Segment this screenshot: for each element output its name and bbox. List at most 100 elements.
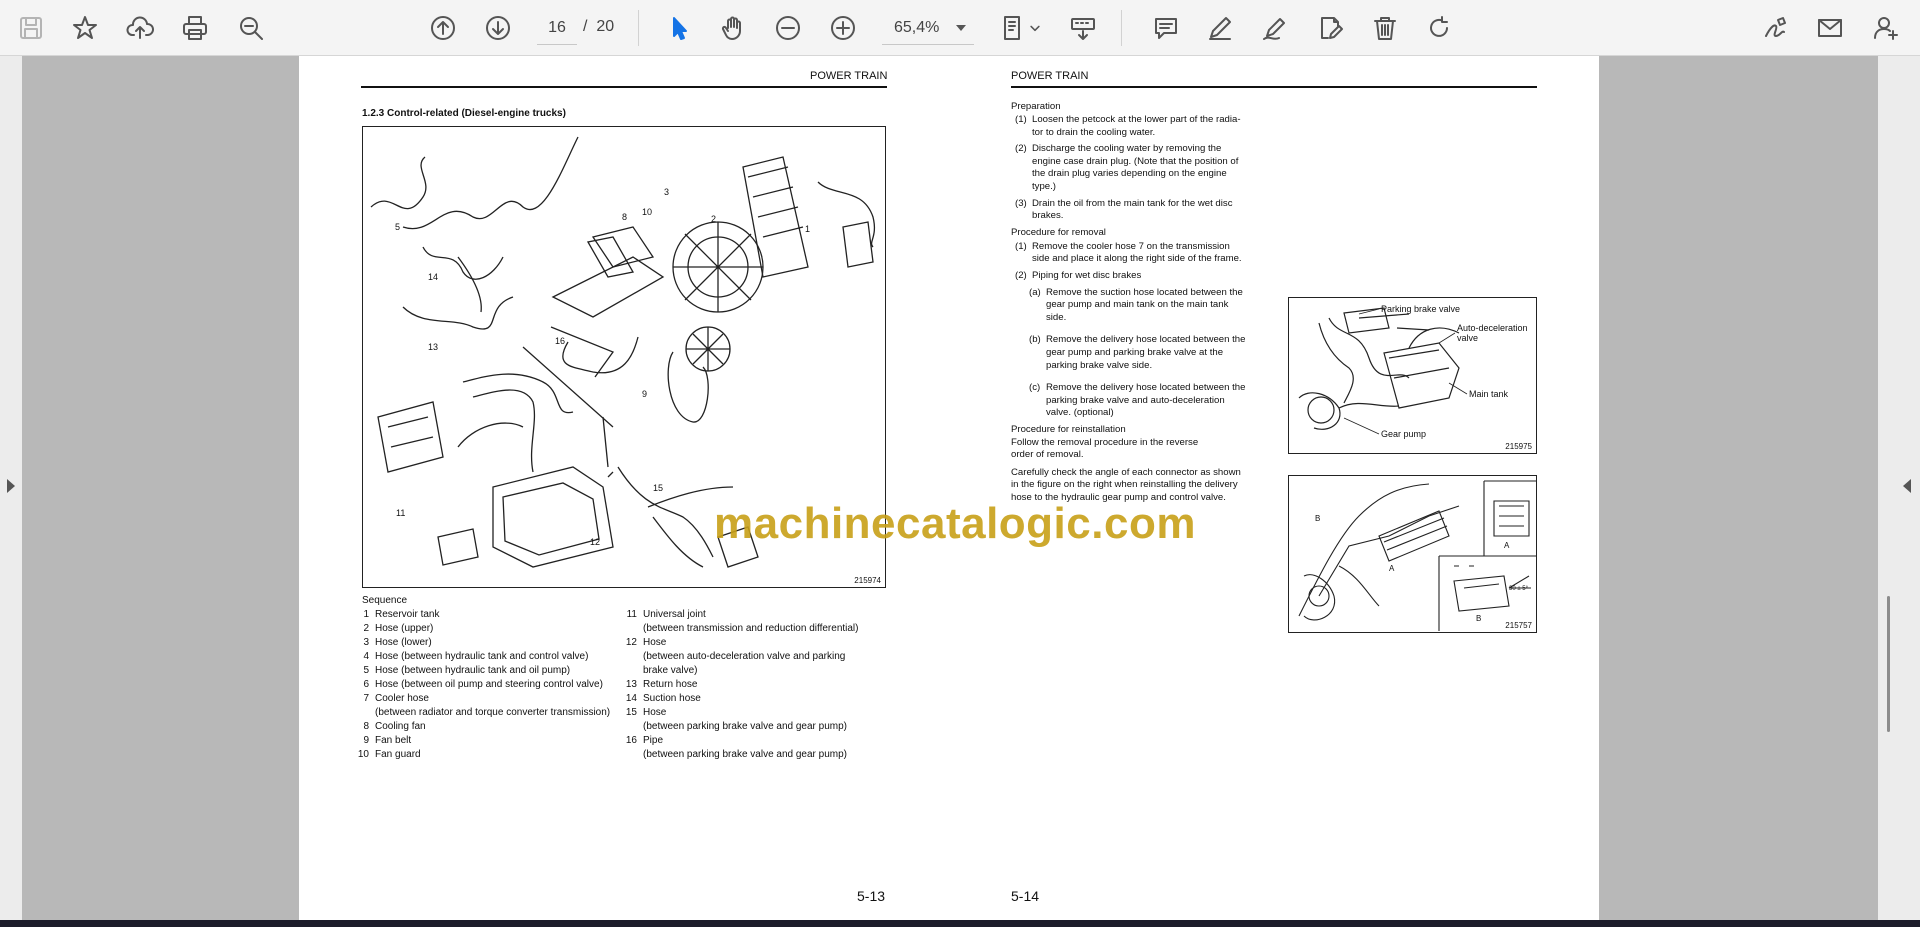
hand-tool-button[interactable] [714, 9, 752, 47]
redo-button[interactable] [1420, 9, 1458, 47]
zoom-out-search-button[interactable] [232, 9, 270, 47]
delete-button[interactable] [1366, 9, 1404, 47]
label-valve: valve [1457, 333, 1478, 343]
sequence-label: Fan guard [375, 749, 421, 760]
arrow-down-circle-icon [486, 16, 510, 40]
save-button[interactable] [12, 9, 50, 47]
sequence-label: (between transmission and reduction diff… [643, 623, 859, 634]
text-line: (2) [1015, 143, 1027, 155]
share-user-button[interactable] [1867, 9, 1905, 47]
previous-page-button[interactable] [424, 9, 462, 47]
highlight-button[interactable] [1201, 9, 1239, 47]
sequence-label: Hose (lower) [375, 637, 432, 648]
cloud-upload-icon [126, 16, 154, 39]
sign-button[interactable] [1757, 9, 1795, 47]
zoom-dropdown[interactable]: 65,4% [882, 11, 974, 45]
zoom-value: 65,4% [894, 18, 940, 36]
sequence-number: 1 [363, 609, 369, 620]
chevron-down-icon [956, 24, 966, 31]
callout-number: 12 [590, 537, 600, 547]
envelope-icon [1818, 19, 1842, 37]
text-line: (c) [1029, 382, 1041, 394]
draw-button[interactable] [1256, 9, 1294, 47]
section-title: 1.2.3 Control-related (Diesel-engine tru… [362, 108, 566, 119]
callout-number: 9 [642, 389, 647, 399]
edit-document-icon [1321, 17, 1343, 39]
magnifier-icon [240, 17, 263, 40]
sequence-number: 5 [363, 665, 369, 676]
text-line: Remove the cooler hose 7 on the transmis… [1032, 240, 1230, 252]
left-panel-toggle-icon[interactable] [7, 479, 15, 493]
document-viewer[interactable]: POWER TRAIN 1.2.3 Control-related (Diese… [0, 56, 1920, 920]
upload-cloud-button[interactable] [121, 9, 159, 47]
comment-button[interactable] [1147, 9, 1185, 47]
callout-number: 3 [664, 187, 669, 197]
edit-text-button[interactable] [1311, 9, 1349, 47]
toolbar-separator [638, 10, 639, 46]
next-page-button[interactable] [479, 9, 517, 47]
add-user-icon [1874, 17, 1898, 40]
right-panel-toggle-icon[interactable] [1903, 479, 1911, 493]
trash-icon [1374, 17, 1396, 40]
text-line: (b) [1029, 334, 1041, 346]
comment-icon [1155, 18, 1177, 39]
bookmark-star-button[interactable] [66, 9, 104, 47]
keyboard-scroll-icon [1071, 18, 1095, 40]
sequence-label: Suction hose [643, 693, 701, 704]
brake-piping-drawing: Parking brake valve Auto-deceleration va… [1298, 304, 1528, 439]
page-5-13: POWER TRAIN 1.2.3 Control-related (Diese… [299, 56, 949, 920]
header-rule [1011, 86, 1537, 88]
text-line: Carefully check the angle of each connec… [1011, 466, 1241, 478]
text-line: Follow the removal procedure in the reve… [1011, 436, 1199, 448]
sequence-label: Hose (between hydraulic tank and control… [375, 651, 589, 662]
page-number-input[interactable] [537, 11, 577, 45]
sequence-heading: Sequence [362, 595, 408, 606]
cursor-arrow-icon [673, 17, 687, 40]
sequence-number: 15 [625, 707, 637, 718]
text-line: gear pump and parking brake valve at the [1046, 347, 1224, 358]
select-tool-button[interactable] [660, 9, 698, 47]
figure-id: 215974 [854, 576, 881, 585]
text-line: side and place it along the right side o… [1032, 253, 1242, 265]
label-gear-pump: Gear pump [1381, 429, 1426, 439]
text-line: the drain plug varies depending on the e… [1032, 168, 1227, 180]
text-line: Remove the delivery hose located between… [1046, 382, 1246, 394]
callout-number: 14 [428, 272, 438, 282]
connector-drawing: B A A B 30 ± 5° [1298, 480, 1536, 631]
star-icon [73, 16, 97, 39]
sequence-label: Hose (between oil pump and steering cont… [375, 679, 603, 690]
text-line: (1) [1015, 114, 1027, 125]
callout-number: 15 [653, 483, 663, 493]
page-fit-dropdown[interactable] [1026, 9, 1044, 47]
figure-id: 215975 [1505, 442, 1532, 451]
pencil-draw-icon [1263, 18, 1285, 40]
print-button[interactable] [176, 9, 214, 47]
zoom-out-button[interactable] [769, 9, 807, 47]
rotate-icon [1430, 16, 1448, 37]
sequence-number: 16 [625, 735, 637, 746]
vertical-scrollbar-thumb[interactable] [1887, 596, 1890, 732]
sequence-label: brake valve) [643, 665, 698, 676]
email-button[interactable] [1811, 9, 1849, 47]
scroll-mode-button[interactable] [1064, 9, 1102, 47]
text-line: valve. (optional) [1046, 407, 1114, 419]
callout-number: 1 [805, 224, 810, 234]
text-line: order of removal. [1011, 449, 1084, 461]
label-a: A [1389, 564, 1395, 573]
zoom-in-button[interactable] [824, 9, 862, 47]
arrow-up-circle-icon [431, 16, 455, 40]
figure-id: 215757 [1505, 621, 1532, 630]
text-line: Procedure for removal [1011, 226, 1106, 238]
text-line: brakes. [1032, 210, 1064, 222]
page-header: POWER TRAIN [1011, 70, 1089, 82]
minus-circle-icon [776, 16, 800, 40]
page-total: / 20 [583, 18, 615, 35]
page-number: 5-14 [1011, 888, 1040, 904]
text-line: engine case drain plug. (Note that the p… [1032, 155, 1239, 167]
sequence-label: Reservoir tank [375, 609, 440, 620]
sequence-label: (between parking brake valve and gear pu… [643, 721, 848, 732]
text-line: gear pump and main tank on the main tank [1046, 299, 1229, 311]
sequence-label: (between auto-deceleration valve and par… [643, 651, 846, 662]
callout-number: 2 [711, 214, 716, 224]
text-line: (1) [1015, 240, 1027, 252]
